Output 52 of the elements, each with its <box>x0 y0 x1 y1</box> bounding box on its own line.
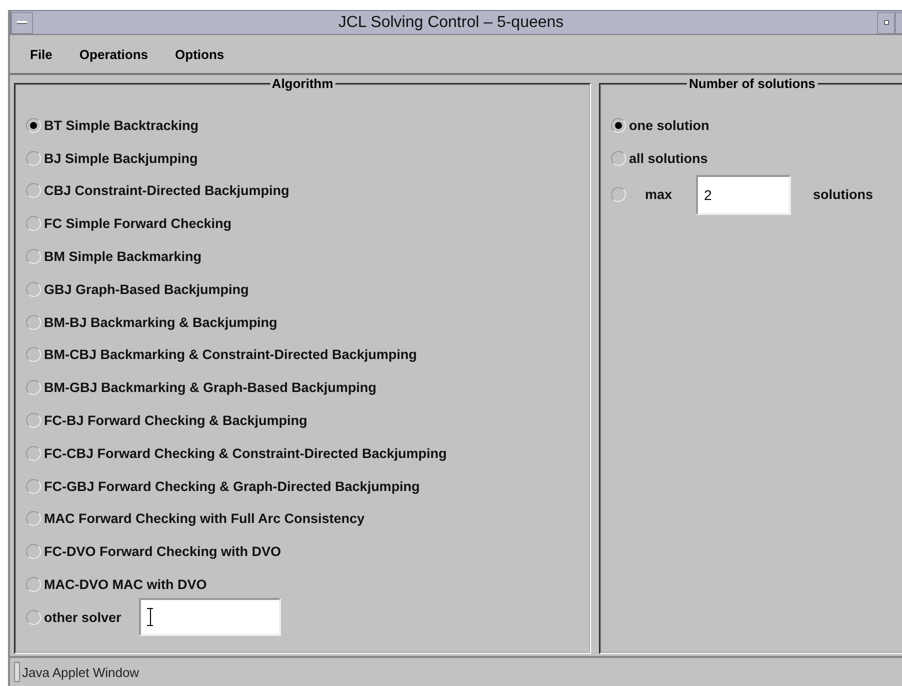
option-label: one solution <box>629 118 710 133</box>
option-label: CBJ Constraint-Directed Backjumping <box>44 183 290 198</box>
minimize-button[interactable] <box>877 12 895 34</box>
option-label: all solutions <box>629 150 708 166</box>
option-label: FC Simple Forward Checking <box>44 216 232 232</box>
option-label: GBJ Graph-Based Backjumping <box>44 282 249 297</box>
radio-button[interactable] <box>26 413 41 428</box>
panel-title: Algorithm <box>270 76 336 91</box>
option-label: max <box>645 187 672 202</box>
radio-button[interactable] <box>26 118 41 133</box>
radio-button[interactable] <box>26 446 41 461</box>
radio-button[interactable] <box>26 150 41 166</box>
option-label: BM-CBJ Backmarking & Constraint-Directed Backjumping <box>44 347 417 362</box>
radio-button[interactable] <box>26 249 41 264</box>
option-label: BM-GBJ Backmarking & Graph-Based Backjumping <box>44 380 376 396</box>
menu-item[interactable]: Operations <box>79 46 148 62</box>
text-cursor-icon <box>147 608 154 626</box>
radio-button[interactable] <box>26 610 41 625</box>
menu-item[interactable]: Options <box>175 46 224 62</box>
radio-button[interactable] <box>26 314 41 330</box>
radio-button[interactable] <box>26 183 41 198</box>
radio-button[interactable] <box>611 187 626 202</box>
radio-button[interactable] <box>26 544 41 560</box>
radio-button[interactable] <box>611 118 626 133</box>
option-label: FC-CBJ Forward Checking & Constraint-Directed Backjumping <box>44 446 447 461</box>
max-input-field[interactable]: 2 <box>696 174 792 215</box>
window-title: JCL Solving Control – 5-queens <box>337 14 565 32</box>
radio-button[interactable] <box>26 511 41 526</box>
radio-button[interactable] <box>26 347 41 362</box>
radio-button[interactable] <box>611 150 626 166</box>
radio-button[interactable] <box>26 216 41 232</box>
option-label: BT Simple Backtracking <box>44 118 199 133</box>
solver-input-field[interactable] <box>139 598 282 636</box>
option-label: BM Simple Backmarking <box>44 249 202 264</box>
radio-button[interactable] <box>26 380 41 396</box>
option-label: BJ Simple Backjumping <box>44 150 198 166</box>
option-label: FC-BJ Forward Checking & Backjumping <box>44 413 308 428</box>
radio-button[interactable] <box>26 282 41 297</box>
radio-button[interactable] <box>26 478 41 494</box>
option-label: FC-DVO Forward Checking with DVO <box>44 544 282 560</box>
option-label: BM-BJ Backmarking & Backjumping <box>44 314 278 330</box>
radio-button[interactable] <box>26 577 41 592</box>
panel-title: Number of solutions <box>687 76 818 91</box>
resize-grip-icon <box>14 662 20 682</box>
option-label: MAC Forward Checking with Full Arc Consistency <box>44 511 365 526</box>
option-label: solutions <box>813 187 874 202</box>
option-label: other solver <box>44 610 122 625</box>
status-text: Java Applet Window <box>22 664 140 680</box>
option-label: FC-GBJ Forward Checking & Graph-Directed Backjumping <box>44 478 420 494</box>
window-menu-button[interactable] <box>11 12 33 34</box>
option-label: MAC-DVO MAC with DVO <box>44 577 207 592</box>
menu-item[interactable]: File <box>30 46 52 62</box>
